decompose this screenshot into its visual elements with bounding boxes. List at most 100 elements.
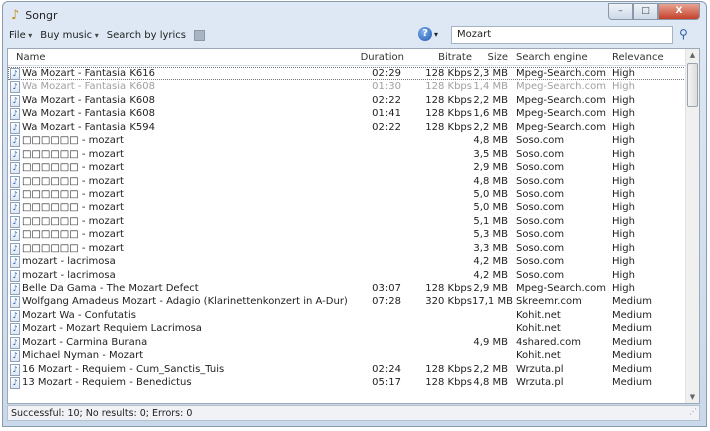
save-icon[interactable] xyxy=(194,29,206,41)
col-name[interactable]: Name xyxy=(16,49,46,66)
table-row[interactable]: ♪ mozart - lacrimosa 4,2 MB Soso.com High xyxy=(8,255,686,269)
cell-name: □□□□□□ - mozart xyxy=(22,229,124,241)
table-row[interactable]: ♪ Wa Mozart - Fantasia K616 02:29 128 Kbps 2… xyxy=(8,67,686,81)
cell-relevance: Medium xyxy=(612,309,652,321)
close-button[interactable]: X xyxy=(658,3,700,20)
cell-name: Wa Mozart - Fantasia K608 xyxy=(22,108,155,120)
cell-size: 4,8 MB xyxy=(473,175,508,187)
cell-engine: Mpeg-Search.com xyxy=(516,94,606,106)
cell-size: 4,8 MB xyxy=(473,377,508,389)
table-row[interactable]: ♪ Michael Nyman - Mozart Kohit.net Medium xyxy=(8,349,686,363)
cell-relevance: High xyxy=(612,121,635,133)
scroll-thumb[interactable] xyxy=(687,63,698,107)
maximize-button[interactable]: □ xyxy=(633,3,658,20)
cell-bitrate: 128 Kbps xyxy=(425,108,472,120)
table-row[interactable]: ♪ Belle Da Gama - The Mozart Defect 03:07 1… xyxy=(8,282,686,295)
table-row[interactable]: ♪ □□□□□□ - mozart 3,5 MB Soso.com High xyxy=(8,148,686,161)
cell-engine: 4shared.com xyxy=(516,336,581,348)
cell-bitrate: 128 Kbps xyxy=(425,68,472,79)
table-row[interactable]: ♪ mozart - lacrimosa 4,2 MB Soso.com High xyxy=(8,269,686,282)
table-row[interactable]: ♪ Wa Mozart - Fantasia K608 01:41 128 Kbps 1… xyxy=(8,107,686,121)
cell-bitrate: 128 Kbps xyxy=(425,121,472,133)
cell-bitrate: 128 Kbps xyxy=(425,81,472,93)
col-duration[interactable]: Duration xyxy=(348,49,404,66)
window-title: Songr xyxy=(25,8,58,22)
cell-relevance: High xyxy=(612,283,635,294)
music-file-icon: ♪ xyxy=(10,148,20,161)
help-button[interactable]: ? ▾ xyxy=(418,27,438,41)
music-file-icon: ♪ xyxy=(10,215,20,228)
table-row[interactable]: ♪ Wa Mozart - Fantasia K608 02:22 128 Kbps 2… xyxy=(8,94,686,107)
table-row[interactable]: ♪ Wolfgang Amadeus Mozart - Adagio (Klari… xyxy=(8,295,686,309)
scroll-up-icon[interactable]: ▲ xyxy=(686,51,699,59)
cell-size: 1,6 MB xyxy=(473,108,508,120)
table-row[interactable]: ♪ 13 Mozart - Requiem - Benedictus 05:17 12… xyxy=(8,376,686,390)
search-icon[interactable]: ⚲ xyxy=(679,27,688,41)
table-row[interactable]: ♪ □□□□□□ - mozart 2,9 MB Soso.com High xyxy=(8,161,686,175)
table-row[interactable]: ♪ Wa Mozart - Fantasia K594 02:22 128 Kbps 2… xyxy=(8,121,686,134)
col-relevance[interactable]: Relevance xyxy=(612,49,664,66)
table-row[interactable]: ♪ □□□□□□ - mozart 4,8 MB Soso.com High xyxy=(8,175,686,188)
cell-engine: Mpeg-Search.com xyxy=(516,68,606,79)
cell-name: □□□□□□ - mozart xyxy=(22,175,124,187)
cell-engine: Mpeg-Search.com xyxy=(516,108,606,120)
col-search-engine[interactable]: Search engine xyxy=(516,49,588,66)
cell-name: Wa Mozart - Fantasia K608 xyxy=(22,81,155,93)
minimize-button[interactable]: – xyxy=(608,3,633,20)
cell-name: Michael Nyman - Mozart xyxy=(22,350,144,362)
cell-size: 4,2 MB xyxy=(473,269,508,281)
cell-engine: Kohit.net xyxy=(516,350,561,362)
music-file-icon: ♪ xyxy=(10,377,20,390)
resize-grip-icon[interactable]: ⋰ xyxy=(689,404,697,420)
cell-engine: Soso.com xyxy=(516,162,565,174)
table-row[interactable]: ♪ Mozart - Carmina Burana 4,9 MB 4shared.co… xyxy=(8,336,686,349)
cell-duration: 05:17 xyxy=(372,377,401,389)
cell-relevance: High xyxy=(612,68,635,79)
file-menu[interactable]: File xyxy=(9,30,32,41)
cell-engine: Soso.com xyxy=(516,135,565,147)
cell-relevance: Medium xyxy=(612,350,652,362)
cell-relevance: High xyxy=(612,242,635,254)
cell-name: □□□□□□ - mozart xyxy=(22,135,124,147)
cell-engine: Soso.com xyxy=(516,229,565,241)
cell-duration: 02:22 xyxy=(372,94,401,106)
cell-duration: 01:30 xyxy=(372,81,401,93)
cell-size: 2,2 MB xyxy=(473,121,508,133)
table-row[interactable]: ♪ 16 Mozart - Requiem - Cum_Sanctis_Tuis 0… xyxy=(8,363,686,376)
table-row[interactable]: ♪ □□□□□□ - mozart 5,0 MB Soso.com High xyxy=(8,188,686,201)
cell-size: 5,3 MB xyxy=(473,229,508,241)
cell-relevance: High xyxy=(612,175,635,187)
buy-music-menu[interactable]: Buy music xyxy=(40,30,98,41)
table-row[interactable]: ♪ □□□□□□ - mozart 4,8 MB Soso.com High xyxy=(8,134,686,148)
table-row[interactable]: ♪ □□□□□□ - mozart 5,3 MB Soso.com High xyxy=(8,228,686,242)
cell-relevance: Medium xyxy=(612,296,652,308)
cell-size: 17,1 MB xyxy=(472,296,513,308)
cell-duration: 02:22 xyxy=(372,121,401,133)
cell-duration: 03:07 xyxy=(372,283,401,294)
cell-bitrate: 128 Kbps xyxy=(425,94,472,106)
col-bitrate[interactable]: Bitrate xyxy=(408,49,472,66)
table-row[interactable]: ♪ Wa Mozart - Fantasia K608 01:30 128 Kbps 1… xyxy=(8,80,686,94)
search-by-lyrics-button[interactable]: Search by lyrics xyxy=(107,30,186,41)
cell-duration: 02:24 xyxy=(372,363,401,375)
col-size[interactable]: Size xyxy=(472,49,508,66)
cell-relevance: High xyxy=(612,108,635,120)
table-row[interactable]: ♪ □□□□□□ - mozart 5,0 MB Soso.com High xyxy=(8,201,686,215)
table-row[interactable]: ♪ Mozart - Mozart Requiem Lacrimosa Kohit.… xyxy=(8,322,686,336)
cell-bitrate: 320 Kbps xyxy=(425,296,472,308)
music-file-icon: ♪ xyxy=(10,68,20,80)
table-row[interactable]: ♪ □□□□□□ - mozart 3,3 MB Soso.com High xyxy=(8,242,686,255)
cell-size: 2,2 MB xyxy=(473,94,508,106)
cell-engine: Skreemr.com xyxy=(516,296,582,308)
vertical-scrollbar[interactable]: ▲ ▼ xyxy=(685,49,699,403)
search-input[interactable]: Mozart xyxy=(451,26,673,44)
cell-engine: Soso.com xyxy=(516,175,565,187)
table-row[interactable]: ♪ □□□□□□ - mozart 5,1 MB Soso.com High xyxy=(8,215,686,228)
cell-size: 4,8 MB xyxy=(473,135,508,147)
cell-engine: Wrzuta.pl xyxy=(516,377,564,389)
table-row[interactable]: ♪ Mozart Wa - Confutatis Kohit.net Medium xyxy=(8,309,686,322)
music-file-icon: ♪ xyxy=(10,363,20,376)
cell-bitrate: 128 Kbps xyxy=(425,363,472,375)
scroll-down-icon[interactable]: ▼ xyxy=(686,393,699,401)
cell-engine: Soso.com xyxy=(516,188,565,200)
